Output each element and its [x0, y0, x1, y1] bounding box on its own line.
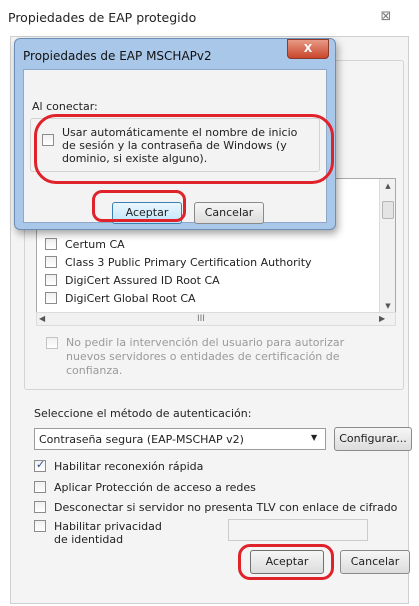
inner-cancel-button[interactable]: Cancelar: [194, 202, 264, 224]
scroll-left-icon[interactable]: ◀: [39, 313, 45, 325]
certificate-label: Certum CA: [65, 237, 125, 251]
outer-window-title: Propiedades de EAP protegido: [8, 10, 197, 25]
no-prompt-checkbox: [46, 337, 58, 349]
auto-logon-annotation-highlight: [34, 114, 334, 184]
outer-titlebar: Propiedades de EAP protegido ⊠: [0, 0, 419, 34]
nap-option[interactable]: Aplicar Protección de acceso a redes: [34, 481, 256, 494]
list-item[interactable]: DigiCert Global Root CA: [45, 289, 196, 307]
list-item[interactable]: Class 3 Public Primary Certification Aut…: [45, 253, 312, 271]
fast-reconnect-checkbox[interactable]: [34, 458, 46, 472]
scroll-up-icon[interactable]: ▲: [380, 179, 396, 193]
privacy-label: Habilitar privacidad de identidad: [54, 520, 162, 546]
scroll-down-icon[interactable]: ▼: [380, 299, 396, 313]
no-prompt-option: No pedir la intervención del usuario par…: [46, 336, 386, 378]
checkbox[interactable]: [45, 238, 57, 250]
configure-button[interactable]: Configurar...: [334, 427, 412, 451]
tlv-option[interactable]: Desconectar si servidor no presenta TLV …: [34, 501, 397, 514]
close-icon[interactable]: X: [287, 39, 329, 59]
fast-reconnect-label: Habilitar reconexión rápida: [54, 460, 204, 473]
mschapv2-dialog-title: Propiedades de EAP MSCHAPv2: [23, 49, 212, 63]
privacy-option[interactable]: Habilitar privacidad de identidad: [34, 520, 174, 546]
close-icon[interactable]: ⊠: [372, 6, 400, 28]
scroll-right-icon[interactable]: ▶: [379, 313, 385, 325]
certificate-label: DigiCert Global Root CA: [65, 291, 196, 305]
scroll-thumb[interactable]: [382, 201, 394, 219]
tlv-checkbox[interactable]: [34, 501, 46, 513]
auth-method-select[interactable]: Contraseña segura (EAP-MSCHAP v2) ▼: [34, 428, 326, 450]
list-item[interactable]: Certum CA: [45, 235, 125, 253]
connect-label: Al conectar:: [32, 100, 98, 113]
cancel-button[interactable]: Cancelar: [340, 550, 410, 574]
scroll-thumb-grip[interactable]: III: [197, 313, 205, 325]
certificate-label: Class 3 Public Primary Certification Aut…: [65, 255, 312, 269]
list-item[interactable]: DigiCert Assured ID Root CA: [45, 271, 220, 289]
privacy-checkbox[interactable]: [34, 520, 46, 532]
checkbox[interactable]: [45, 256, 57, 268]
certificate-label: DigiCert Assured ID Root CA: [65, 273, 220, 287]
fast-reconnect-option[interactable]: Habilitar reconexión rápida: [34, 458, 204, 473]
privacy-identity-input[interactable]: [228, 519, 368, 541]
vertical-scrollbar[interactable]: ▲ ▼: [379, 179, 395, 315]
auth-method-value: Contraseña segura (EAP-MSCHAP v2): [39, 432, 244, 446]
nap-checkbox[interactable]: [34, 481, 46, 493]
nap-label: Aplicar Protección de acceso a redes: [54, 481, 256, 494]
inner-ok-annotation-highlight: [92, 190, 186, 222]
ok-annotation-highlight: [238, 544, 334, 580]
chevron-down-icon[interactable]: ▼: [311, 433, 317, 442]
no-prompt-label: No pedir la intervención del usuario par…: [66, 336, 345, 377]
auth-method-label: Seleccione el método de autenticación:: [34, 407, 252, 420]
checkbox[interactable]: [45, 274, 57, 286]
tlv-label: Desconectar si servidor no presenta TLV …: [54, 501, 398, 514]
horizontal-scrollbar[interactable]: ◀ III ▶: [36, 312, 396, 326]
checkbox[interactable]: [45, 292, 57, 304]
